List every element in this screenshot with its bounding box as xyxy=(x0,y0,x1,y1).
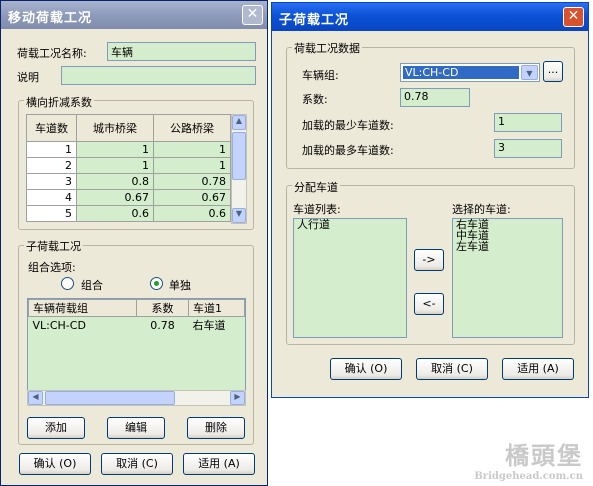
window-title: 子荷载工况 xyxy=(279,13,350,28)
lane-count-cell: 2 xyxy=(26,157,77,174)
vehicle-group-value: VL:CH-CD xyxy=(403,66,519,79)
cancel-button[interactable]: 取消 (C) xyxy=(416,358,488,380)
col-header-city-bridge: 城市桥梁 xyxy=(76,114,154,142)
ok-button[interactable]: 确认 (O) xyxy=(19,453,91,475)
remove-lane-button[interactable]: <- xyxy=(414,293,444,315)
col-header-lane1: 车道1 xyxy=(188,299,245,317)
close-icon[interactable]: ✕ xyxy=(563,7,584,27)
apply-button[interactable]: 适用 (A) xyxy=(183,453,255,475)
ok-button[interactable]: 确认 (O) xyxy=(330,358,402,380)
lane-count-cell: 4 xyxy=(26,189,77,206)
add-button[interactable]: 添加 xyxy=(27,417,85,439)
description-label: 说明 xyxy=(17,71,39,84)
load-case-data-group-title: 荷载工况数据 xyxy=(292,40,362,56)
city-factor-cell[interactable]: 0.67 xyxy=(76,189,154,206)
title-bar[interactable]: 移动荷载工况 xyxy=(1,1,267,29)
table-row[interactable]: VL:CH-CD 0.78 右车道 xyxy=(29,317,245,334)
name-label: 荷载工况名称: xyxy=(17,47,87,60)
min-lanes-field[interactable]: 1 xyxy=(494,113,562,132)
highway-factor-cell[interactable]: 0.6 xyxy=(153,205,231,222)
add-lane-button[interactable]: -> xyxy=(414,249,444,271)
city-factor-cell[interactable]: 1 xyxy=(76,157,154,174)
radio-combine-label[interactable]: 组合 xyxy=(81,277,103,293)
sub-load-case-group-title: 子荷载工况 xyxy=(24,238,83,254)
name-field[interactable]: 车辆 xyxy=(107,42,256,61)
scroll-thumb[interactable] xyxy=(232,132,246,180)
list-item[interactable]: 左车道 xyxy=(453,241,562,252)
radio-single[interactable] xyxy=(150,277,163,290)
watermark: 橋頭堡 Bridgehead.com.cn xyxy=(474,436,583,482)
selected-lanes-label: 选择的车道: xyxy=(452,203,511,216)
window-title: 移动荷载工况 xyxy=(8,11,93,26)
max-lanes-field[interactable]: 3 xyxy=(494,139,562,158)
factor-label: 系数: xyxy=(302,93,328,106)
reduction-table-scrollbar[interactable]: ▲ ▼ xyxy=(231,114,247,224)
vehicle-group-label: 车辆组: xyxy=(302,69,339,82)
col-header-lanes: 车道数 xyxy=(26,114,77,142)
edit-button[interactable]: 编辑 xyxy=(107,417,165,439)
chevron-down-icon[interactable]: ▼ xyxy=(521,65,538,80)
mobile-load-case-window: 移动荷载工况 ✕ 荷载工况名称: 车辆 说明 横向折减系数 车道数 城市桥梁 公… xyxy=(0,0,268,486)
lane-count-cell: 5 xyxy=(26,205,77,222)
lane-list-label: 车道列表: xyxy=(293,203,341,216)
delete-button[interactable]: 删除 xyxy=(187,417,245,439)
scroll-up-icon[interactable]: ▲ xyxy=(232,115,246,130)
highway-factor-cell[interactable]: 1 xyxy=(153,157,231,174)
lane-list[interactable]: 人行道 xyxy=(293,218,407,338)
reduction-table: 车道数 城市桥梁 公路桥梁 1 1 1 2 1 1 3 0.8 0.78 4 0… xyxy=(26,114,231,222)
lane-count-cell: 1 xyxy=(26,141,77,158)
selected-lanes-list[interactable]: 右车道 中车道 左车道 xyxy=(452,218,563,338)
combo-option-label: 组合选项: xyxy=(28,261,76,274)
description-field[interactable] xyxy=(61,66,256,85)
sub-load-case-window: 子荷载工况 ✕ 荷载工况数据 车辆组: VL:CH-CD ▼ ... 系数: 0… xyxy=(271,2,589,398)
scroll-left-icon[interactable]: ◀ xyxy=(28,391,43,405)
col-header-highway-bridge: 公路桥梁 xyxy=(153,114,231,142)
cancel-button[interactable]: 取消 (C) xyxy=(101,453,173,475)
factor-field[interactable]: 0.78 xyxy=(400,88,470,107)
city-factor-cell[interactable]: 1 xyxy=(76,141,154,158)
scroll-right-icon[interactable]: ▶ xyxy=(230,391,245,405)
factor-cell: 0.78 xyxy=(150,318,175,332)
col-header-factor: 系数 xyxy=(136,299,189,317)
city-factor-cell[interactable]: 0.8 xyxy=(76,173,154,190)
vehicle-group-cell: VL:CH-CD xyxy=(32,318,86,332)
highway-factor-cell[interactable]: 1 xyxy=(153,141,231,158)
table-row[interactable]: 1 1 1 xyxy=(26,141,231,158)
city-factor-cell[interactable]: 0.6 xyxy=(76,205,154,222)
assign-lanes-group-title: 分配车道 xyxy=(292,179,340,195)
apply-button[interactable]: 适用 (A) xyxy=(502,358,574,380)
vehicle-group-select[interactable]: VL:CH-CD ▼ xyxy=(400,63,540,82)
reduction-factor-group-title: 横向折减系数 xyxy=(24,94,94,110)
highway-factor-cell[interactable]: 0.67 xyxy=(153,189,231,206)
table-row[interactable]: 2 1 1 xyxy=(26,157,231,174)
close-icon[interactable]: ✕ xyxy=(242,5,263,25)
browse-button[interactable]: ... xyxy=(543,61,563,82)
scroll-down-icon[interactable]: ▼ xyxy=(232,208,246,223)
sub-table-hscrollbar[interactable]: ◀ ▶ xyxy=(27,390,246,406)
table-row[interactable]: 5 0.6 0.6 xyxy=(26,205,231,222)
max-lanes-label: 加载的最多车道数: xyxy=(302,144,394,157)
table-row[interactable]: 4 0.67 0.67 xyxy=(26,189,231,206)
watermark-url: Bridgehead.com.cn xyxy=(474,471,583,482)
highway-factor-cell[interactable]: 0.78 xyxy=(153,173,231,190)
table-row[interactable]: 3 0.8 0.78 xyxy=(26,173,231,190)
radio-single-label[interactable]: 单独 xyxy=(169,277,191,293)
title-bar[interactable]: 子荷载工况 xyxy=(272,3,588,31)
radio-combine[interactable] xyxy=(61,277,74,290)
sub-load-case-table: 车辆荷载组 系数 车道1 VL:CH-CD 0.78 右车道 xyxy=(28,299,245,333)
lane1-cell: 右车道 xyxy=(192,319,226,332)
col-header-vehicle-group: 车辆荷载组 xyxy=(28,299,137,317)
min-lanes-label: 加载的最少车道数: xyxy=(302,119,394,132)
list-item[interactable]: 人行道 xyxy=(294,219,406,230)
watermark-logo: 橋頭堡 xyxy=(505,441,583,470)
lane-count-cell: 3 xyxy=(26,173,77,190)
scroll-thumb[interactable] xyxy=(45,391,175,405)
